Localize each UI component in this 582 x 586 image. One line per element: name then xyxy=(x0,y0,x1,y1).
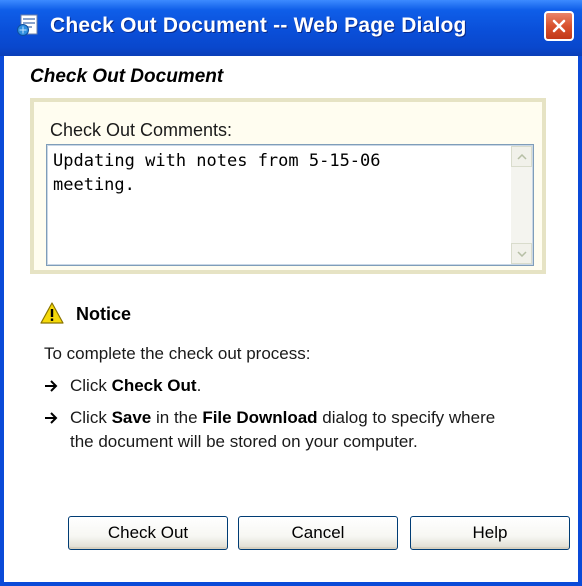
comments-scrollbar[interactable] xyxy=(511,146,532,264)
step1-suffix: . xyxy=(196,376,202,395)
window-title: Check Out Document -- Web Page Dialog xyxy=(50,14,467,37)
help-button[interactable]: Help xyxy=(410,516,570,550)
scroll-up-button[interactable] xyxy=(511,146,532,167)
dialog-window: Check Out Document -- Web Page Dialog Ch… xyxy=(0,0,582,586)
comments-textarea[interactable]: Updating with notes from 5-15-06 meeting… xyxy=(46,144,534,266)
step2-prefix: Click xyxy=(70,408,112,427)
arrow-right-icon xyxy=(44,406,66,437)
chevron-down-icon xyxy=(516,250,527,257)
scroll-down-button[interactable] xyxy=(511,243,532,264)
arrow-right-icon xyxy=(44,374,66,405)
comments-label: Check Out Comments: xyxy=(50,120,233,140)
step2-emphasis-file-download: File Download xyxy=(202,408,318,427)
step2-emphasis-save: Save xyxy=(111,408,152,427)
step1-emphasis: Check Out xyxy=(111,376,197,395)
step-text: Click Check Out. xyxy=(70,374,510,398)
comments-panel: Check Out Comments: Updating with notes … xyxy=(30,98,546,274)
web-page-dialog-icon xyxy=(16,13,40,37)
cancel-button[interactable]: Cancel xyxy=(238,516,398,550)
check-out-button[interactable]: Check Out xyxy=(68,516,228,550)
comments-text[interactable]: Updating with notes from 5-15-06 meeting… xyxy=(53,149,501,197)
step2-middle: in the xyxy=(151,408,203,427)
page-title: Check Out Document xyxy=(30,66,224,87)
close-icon xyxy=(552,19,566,33)
title-bar[interactable]: Check Out Document -- Web Page Dialog xyxy=(0,0,582,56)
notice-title: Notice xyxy=(76,304,132,324)
chevron-up-icon xyxy=(516,153,527,160)
warning-icon xyxy=(40,302,64,324)
dialog-content: Check Out Document Check Out Comments: U… xyxy=(4,56,578,582)
close-button[interactable] xyxy=(544,11,574,41)
step-text: Click Save in the File Download dialog t… xyxy=(70,406,510,454)
notice-intro: To complete the check out process: xyxy=(44,344,311,363)
step1-prefix: Click xyxy=(70,376,112,395)
